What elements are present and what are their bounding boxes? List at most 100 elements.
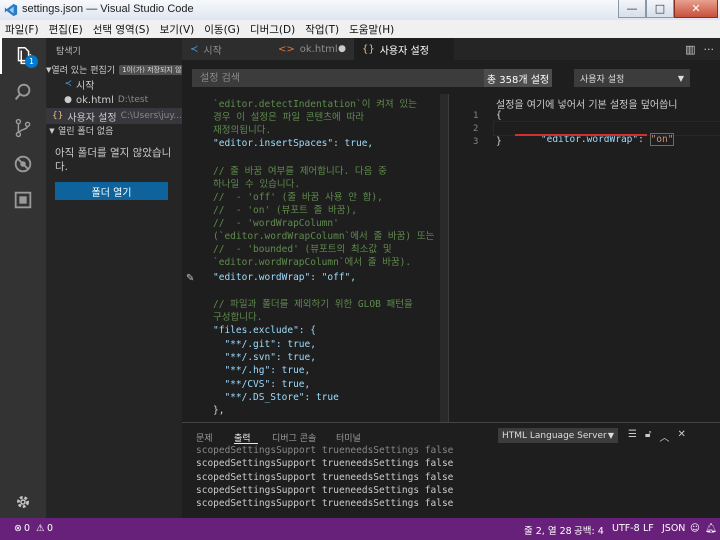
open-folder-button[interactable]: 폴더 열기 — [55, 182, 168, 200]
tab-user-settings[interactable]: {} 사용자 설정 — [354, 38, 454, 60]
open-brace: { — [496, 110, 502, 121]
open-editor-item-start[interactable]: ≺ 시작 — [46, 76, 182, 92]
open-editor-name: ok.html — [76, 94, 114, 106]
code-line: (`editor.wordWrapColumn`에서 줄 바꿈) 또는 — [213, 231, 435, 242]
code-line: "**/.DS_Store": true — [213, 392, 339, 403]
json-file-icon: {} — [51, 111, 64, 121]
bell-icon[interactable]: 🔔︎ — [705, 523, 717, 534]
panel-tab-debug-console[interactable]: 디버그 콘솔 — [272, 431, 316, 444]
open-editor-item-okhtml[interactable]: ● ok.html D:\test — [46, 92, 182, 108]
code-line: // - 'bounded' (뷰포트의 최소값 및 — [213, 244, 392, 255]
activity-bar: 1 — [0, 38, 46, 518]
chevron-down-icon: ▼ — [677, 73, 684, 83]
vscode-icon — [4, 3, 18, 17]
activity-manage[interactable] — [0, 484, 46, 520]
no-folder-header[interactable]: ▼ 열린 폴더 없음 — [46, 123, 182, 138]
cursor-position[interactable]: 줄 2, 열 28 — [524, 523, 572, 537]
output-channel-dropdown[interactable]: HTML Language Server ▼ — [498, 428, 618, 443]
error-icon[interactable]: ⊗ — [14, 523, 22, 534]
tab-label: 사용자 설정 — [379, 45, 429, 57]
lock-scroll-icon[interactable]: 🔓︎ — [645, 429, 651, 444]
user-settings-editor[interactable]: 설정을 여기에 넣어서 기본 설정을 덮어씁니 1 2 3 { "editor.… — [448, 94, 720, 422]
menu-file[interactable]: 파일(F) — [0, 22, 44, 37]
activity-source-control[interactable] — [0, 110, 46, 146]
more-icon[interactable]: ··· — [704, 43, 715, 56]
editor-scrollbar[interactable] — [440, 94, 448, 422]
settings-scope-value: 사용자 설정 — [580, 74, 625, 85]
debug-icon — [14, 155, 32, 173]
code-line: "**/.git": true, — [213, 339, 316, 350]
open-editor-path: C:\Users\juy... — [120, 111, 182, 121]
clear-output-icon[interactable]: ☰ — [628, 429, 637, 444]
open-editor-item-user-settings[interactable]: {} 사용자 설정 C:\Users\juy... — [46, 108, 182, 124]
setting-value: "on" — [649, 133, 675, 146]
code-line: "**/.svn": true, — [213, 352, 316, 363]
no-folder-message: 아직 폴더를 열지 않았습니다. — [55, 147, 172, 173]
menu-edit[interactable]: 편집(E) — [44, 22, 88, 37]
close-brace: } — [496, 136, 502, 147]
close-button[interactable]: ✕ — [674, 0, 718, 18]
tab-start[interactable]: ≺ 시작 — [182, 38, 270, 60]
warning-icon[interactable]: ⚠ — [36, 523, 45, 534]
code-line: "**/.hg": true, — [213, 365, 311, 376]
open-editor-name: 시작 — [76, 80, 95, 92]
json-file-icon: {} — [362, 43, 375, 55]
tab-okhtml[interactable]: <> ok.html ● — [270, 38, 354, 60]
line-number: 2 — [473, 124, 479, 134]
editor-tabs: ≺ 시작 <> ok.html ● {} 사용자 설정 ▥ ··· — [182, 38, 720, 60]
chevron-down-icon: ▼ — [49, 126, 55, 135]
default-settings-editor[interactable]: ✎ `editor.detectIndentation`이 켜져 있는 경우 이… — [182, 94, 448, 422]
warning-count[interactable]: 0 — [47, 523, 53, 534]
chevron-up-icon[interactable]: ︿ — [659, 429, 669, 444]
output-line: scopedSettingsSupport trueneedsSettings … — [196, 485, 454, 496]
settings-search-input[interactable] — [192, 69, 484, 87]
menu-view[interactable]: 보기(V) — [155, 22, 200, 37]
code-line: 하나일 수 있습니다. — [213, 179, 301, 190]
activity-search[interactable] — [0, 74, 46, 110]
error-count[interactable]: 0 — [24, 523, 30, 534]
line-ending[interactable]: LF — [643, 523, 654, 534]
menu-selection[interactable]: 선택 영역(S) — [88, 22, 155, 37]
language-mode[interactable]: JSON — [662, 523, 685, 534]
open-editors-header[interactable]: ▼ 열려 있는 편집기 1이(가) 저장되지 않음 — [46, 62, 182, 77]
output-line: scopedSettingsSupport trueneedsSettings … — [196, 498, 454, 509]
menu-debug[interactable]: 디버그(D) — [245, 22, 300, 37]
minimize-button[interactable]: — — [618, 0, 646, 18]
activity-extensions[interactable] — [0, 182, 46, 218]
edit-pencil-icon[interactable]: ✎ — [186, 273, 194, 284]
panel-tab-terminal[interactable]: 터미널 — [336, 431, 361, 444]
bottom-panel: 문제 출력 디버그 콘솔 터미널 HTML Language Server ▼ … — [182, 422, 720, 518]
maximize-button[interactable]: □ — [646, 0, 674, 18]
vscode-file-icon: ≺ — [190, 43, 199, 55]
panel-tab-problems[interactable]: 문제 — [196, 431, 213, 444]
encoding[interactable]: UTF-8 — [612, 523, 640, 534]
menu-go[interactable]: 이동(G) — [199, 22, 245, 37]
code-line: // 파일과 폴더를 제외하기 위한 GLOB 패턴을 — [213, 299, 413, 310]
indentation[interactable]: 공백: 4 — [574, 523, 604, 537]
open-editor-name: 사용자 설정 — [67, 112, 117, 124]
unsaved-dot-icon: ● — [64, 95, 72, 105]
activity-debug[interactable] — [0, 146, 46, 182]
window-title: settings.json — Visual Studio Code — [22, 3, 194, 15]
activity-explorer[interactable]: 1 — [0, 38, 46, 74]
active-tab-underline — [234, 443, 258, 444]
settings-count-badge: 총 358개 설정 — [484, 69, 552, 87]
menu-bar: 파일(F) 편집(E) 선택 영역(S) 보기(V) 이동(G) 디버그(D) … — [0, 20, 720, 39]
split-editor-icon[interactable]: ▥ — [685, 43, 695, 56]
extensions-icon — [14, 191, 32, 209]
open-editor-path: D:\test — [117, 95, 149, 105]
smiley-icon[interactable]: ☺ — [690, 523, 700, 534]
status-bar: ⊗ 0 ⚠ 0 줄 2, 열 28 공백: 4 UTF-8 LF JSON ☺ … — [0, 518, 720, 540]
close-panel-icon[interactable]: ✕ — [677, 429, 685, 444]
code-line: "editor.insertSpaces": true, — [213, 138, 374, 149]
chevron-down-icon: ▼ — [607, 431, 614, 440]
code-line: `editor.wordWrapColumn`에서 줄 바꿈). — [213, 257, 412, 268]
line-number: 3 — [473, 137, 479, 147]
tab-label: ok.html — [299, 43, 338, 55]
explorer-badge: 1 — [25, 55, 38, 68]
settings-scope-dropdown[interactable]: 사용자 설정 ▼ — [574, 69, 690, 87]
menu-tasks[interactable]: 작업(T) — [300, 22, 344, 37]
title-bar: settings.json — Visual Studio Code — □ ✕ — [0, 0, 720, 21]
vscode-file-icon: ≺ — [64, 79, 72, 89]
menu-help[interactable]: 도움말(H) — [344, 22, 399, 37]
